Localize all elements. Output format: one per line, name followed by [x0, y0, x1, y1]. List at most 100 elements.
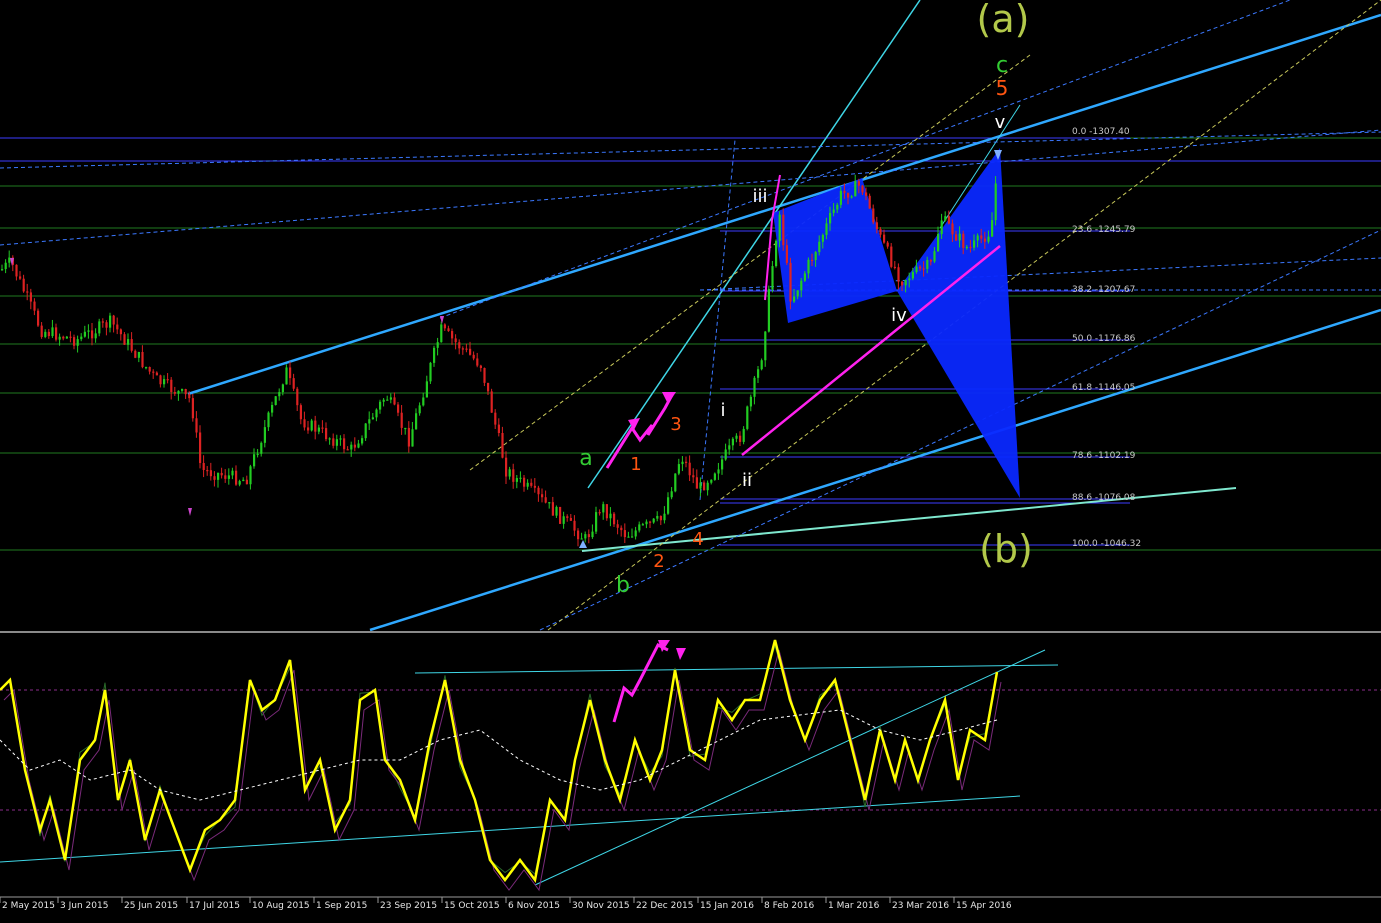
candle-body: [202, 462, 205, 470]
candle-body: [595, 512, 598, 532]
osc-resistance-line: [414, 664, 1059, 674]
candle-body: [55, 327, 58, 340]
oscillator-panel[interactable]: [0, 639, 1381, 892]
candle-body: [685, 461, 688, 463]
candle-body: [267, 412, 270, 428]
candle-body: [469, 348, 472, 355]
candle-body: [497, 424, 500, 433]
time-axis-label: 22 Dec 2015: [636, 901, 694, 911]
candle-body: [188, 394, 191, 399]
candle-body: [26, 291, 29, 293]
candle-body: [767, 288, 770, 332]
candle-body: [994, 183, 997, 221]
candle-body: [209, 470, 212, 477]
price-panel[interactable]: 0.0 -1307.40 23.6 -1245.79 38.2 -1207.67 50…: [0, 0, 1381, 632]
candle-body: [400, 412, 403, 428]
time-axis-label: 23 Sep 2015: [380, 901, 437, 911]
time-axis-label: 1 Sep 2015: [316, 901, 367, 911]
time-axis-label: 2 May 2015: [2, 901, 55, 911]
wave-label-c: c: [996, 53, 1008, 78]
candle-body: [429, 362, 432, 382]
candle-body: [753, 377, 756, 397]
fib-level-label: 23.6 -1245.79: [1072, 225, 1136, 235]
candle-body: [422, 397, 425, 406]
candle-body: [461, 348, 464, 350]
candle-body: [447, 328, 450, 332]
candle-body: [667, 497, 670, 514]
candle-body: [519, 477, 522, 479]
candle-body: [544, 497, 547, 503]
candle-body: [22, 278, 25, 292]
candle-body: [296, 388, 299, 406]
wave-label-ii: ii: [742, 470, 752, 491]
candle-body: [645, 521, 648, 525]
candle-body: [260, 442, 263, 454]
candle-body: [94, 333, 97, 339]
candle-body: [850, 196, 853, 198]
candle-body: [955, 234, 958, 241]
candle-body: [141, 351, 144, 368]
candle-body: [281, 384, 284, 393]
candle-body: [692, 475, 695, 478]
candle-body: [969, 246, 972, 249]
trend-channels: [0, 0, 1381, 632]
candle-body: [242, 479, 245, 482]
candle-body: [785, 245, 788, 263]
candle-body: [933, 251, 936, 262]
candle-body: [861, 185, 864, 193]
candle-body: [760, 360, 763, 370]
candle-body: [940, 220, 943, 235]
candle-body: [321, 427, 324, 429]
fib-level-label: 61.8 -1146.05: [1072, 383, 1135, 393]
time-axis-label: 30 Nov 2015: [572, 901, 630, 911]
candle-body: [937, 234, 940, 252]
wave-label-5: 5: [996, 76, 1009, 100]
candle-body: [901, 281, 904, 286]
candle-body: [541, 494, 544, 498]
candle-body: [454, 338, 457, 343]
candle-body: [245, 479, 248, 485]
candle-body: [224, 475, 227, 479]
candle-body: [15, 264, 18, 277]
chart-canvas[interactable]: 0.0 -1307.40 23.6 -1245.79 38.2 -1207.67 50…: [0, 0, 1381, 923]
candle-body: [256, 453, 259, 456]
candle-body: [145, 367, 148, 369]
candle-body: [872, 208, 875, 223]
candle-body: [109, 315, 112, 328]
candle-body: [303, 419, 306, 428]
candle-body: [980, 235, 983, 239]
candle-body: [425, 381, 428, 398]
candle-body: [573, 520, 576, 531]
candle-body: [101, 321, 104, 323]
wave-label-iii: iii: [752, 186, 767, 207]
candle-body: [922, 268, 925, 270]
candle-body: [854, 181, 857, 197]
candle-body: [591, 531, 594, 538]
candle-body: [415, 413, 418, 430]
arrow-head: [662, 392, 676, 404]
fib-level-label: 50.0 -1176.86: [1072, 334, 1136, 344]
wave-label-b-big: (b): [979, 527, 1033, 571]
candle-body: [127, 339, 130, 345]
candle-body: [523, 477, 526, 487]
candle-body: [206, 469, 209, 472]
candle-body: [87, 330, 90, 332]
candle-body: [775, 240, 778, 267]
candle-body: [292, 378, 295, 389]
candle-body: [533, 485, 536, 488]
osc-signal-line-purple: [3, 649, 1002, 892]
candle-body: [339, 438, 342, 440]
time-axis: 2 May 2015 3 Jun 2015 25 Jun 2015 17 Jul 20…: [0, 897, 1012, 911]
candle-body: [199, 432, 202, 463]
candle-body: [847, 192, 850, 198]
candle-body: [566, 516, 569, 518]
candle-body: [987, 236, 990, 242]
candle-body: [789, 262, 792, 302]
candle-body: [868, 195, 871, 209]
candle-body: [649, 521, 652, 523]
wave-label-v: v: [995, 112, 1006, 133]
candle-body: [433, 347, 436, 363]
candle-body: [220, 472, 223, 476]
candle-body: [911, 271, 914, 279]
candle-body: [951, 223, 954, 235]
